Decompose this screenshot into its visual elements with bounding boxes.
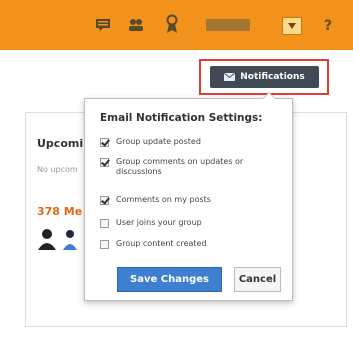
option-group-comments[interactable]: Group comments on updates or discussions (100, 157, 281, 177)
option-label: Group comments on updates or discussions (116, 157, 244, 176)
avatar[interactable] (61, 226, 79, 250)
checkbox[interactable] (100, 138, 109, 147)
option-user-joins-group[interactable]: User joins your group (100, 218, 276, 228)
option-label: User joins your group (116, 218, 202, 227)
checkbox[interactable] (100, 196, 109, 205)
popup-title: Email Notification Settings: (100, 112, 263, 124)
checkbox[interactable] (100, 240, 109, 249)
option-group-content-created[interactable]: Group content created (100, 239, 276, 249)
option-comments-on-my-posts[interactable]: Comments on my posts (100, 195, 276, 205)
option-label: Group update posted (116, 137, 201, 146)
chevron-down-icon (288, 23, 296, 29)
popup-arrow-inner (263, 93, 275, 99)
option-label: Group content created (116, 239, 207, 248)
cancel-button[interactable]: Cancel (234, 267, 281, 292)
dropdown-button[interactable] (282, 17, 302, 35)
group-icon[interactable] (127, 18, 145, 32)
user-name-redacted[interactable] (206, 19, 250, 31)
option-label: Comments on my posts (116, 195, 211, 204)
option-group-update-posted[interactable]: Group update posted (100, 137, 276, 147)
notifications-button[interactable]: Notifications (210, 66, 319, 88)
avatar[interactable] (37, 226, 57, 250)
checkbox[interactable] (100, 219, 109, 228)
upcoming-title: Upcomi (37, 137, 84, 150)
save-changes-button[interactable]: Save Changes (117, 267, 222, 292)
chat-icon[interactable] (95, 18, 111, 32)
no-upcoming-text: No upcom (37, 165, 78, 174)
top-bar: ? (0, 0, 353, 50)
envelope-icon (224, 73, 236, 81)
help-icon[interactable]: ? (318, 16, 338, 36)
members-title[interactable]: 378 Me (37, 205, 82, 218)
checkbox[interactable] (100, 158, 109, 167)
badge-icon[interactable] (166, 14, 178, 34)
notifications-label: Notifications (240, 72, 305, 82)
